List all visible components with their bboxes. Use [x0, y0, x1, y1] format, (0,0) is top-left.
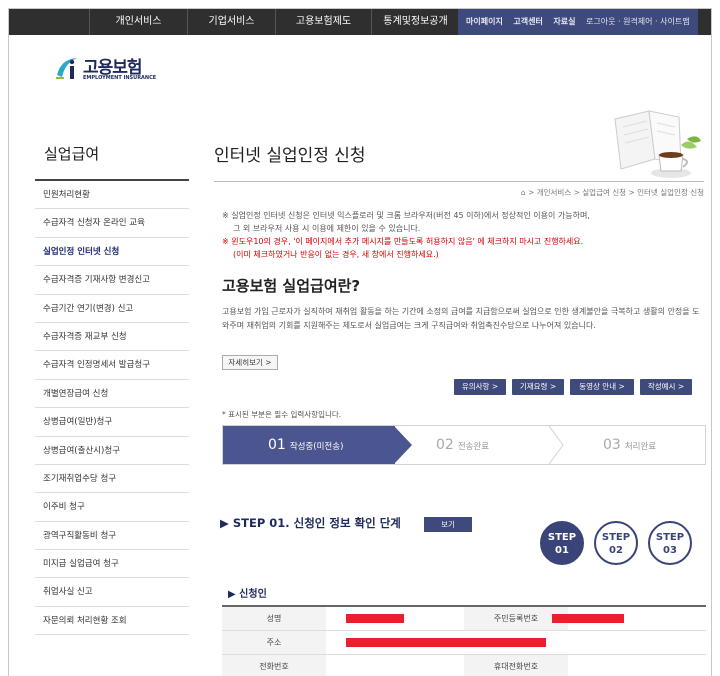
document-coffee-illustration-icon: [614, 110, 701, 178]
mobile-label: 휴대전화번호: [464, 655, 568, 676]
step-circle-03[interactable]: STEP 03: [648, 521, 692, 565]
top-navigation: 개인서비스 기업서비스 고용보험제도 통계및정보공개 마이페이지 고객센터 자료…: [9, 9, 711, 35]
sidebar-item-statement-issue[interactable]: 수급자격 인정명세서 발급청구: [35, 351, 189, 380]
sidebar-item-early-reemployment[interactable]: 조기재취업수당 청구: [35, 465, 189, 494]
notice-line-2: 그 외 브라우저 사용 시 이용에 제한이 있을 수 있습니다.: [233, 224, 421, 233]
breadcrumb: ⌂ > 개인서비스 > 실업급여 신청 > 인터넷 실업인정 신청: [520, 188, 704, 197]
step-circle-01-bottom: 01: [555, 545, 569, 556]
active-step-arrow-icon: [394, 426, 412, 464]
description-text: 고용보험 가입 근로자가 실직하여 재취업 활동을 하는 기간에 소정의 급여를…: [222, 307, 700, 330]
progress-step-1-number: 01: [268, 437, 286, 453]
sidebar-item-unemployment-recognition[interactable]: 실업인정 인터넷 신청: [35, 238, 189, 267]
sidebar-item-employment-report[interactable]: 취업사실 신고: [35, 578, 189, 607]
sidebar-item-reissue[interactable]: 수급자격증 재교부 신청: [35, 323, 189, 352]
nav-insurance-system[interactable]: 고용보험제도: [275, 9, 371, 35]
sidebar-menu: 민원처리현황 수급자격 신청자 온라인 교육 실업인정 인터넷 신청 수급자격증…: [35, 181, 189, 636]
sidebar-item-sickness-general[interactable]: 상병급여(일반)청구: [35, 408, 189, 437]
writing-guide-button[interactable]: 기재요령 >: [512, 379, 564, 395]
step-separator-icon: [549, 426, 564, 464]
sidebar-item-job-search-expense[interactable]: 광역구직활동비 청구: [35, 522, 189, 551]
video-guide-button[interactable]: 동영상 안내 >: [570, 379, 634, 395]
step-circle-03-top: STEP: [655, 532, 685, 543]
sidebar-item-complaint-status[interactable]: 민원처리현황: [35, 181, 189, 210]
sidebar-title: 실업급여: [35, 129, 189, 181]
progress-step-2: 02 전송완료: [436, 426, 489, 464]
progress-step-3-label: 처리완료: [624, 442, 657, 452]
sidebar-item-consultation-status[interactable]: 자문의뢰 처리현황 조회: [35, 607, 189, 636]
more-details-button[interactable]: 자세히보기 >: [222, 355, 278, 370]
util-customer-center[interactable]: 고객센터: [513, 17, 542, 26]
form-row-address: 주소: [222, 631, 706, 655]
sidebar-item-change-report[interactable]: 수급자격증 기재사항 변경신고: [35, 266, 189, 295]
progress-stepbar: 01 작성중(미전송) 02 전송완료 03 처리완료: [222, 425, 706, 465]
sidebar-item-sickness-childbirth[interactable]: 상병급여(출산시)청구: [35, 437, 189, 465]
sidebar-item-period-extension[interactable]: 수급기간 연기(변경) 신고: [35, 295, 189, 323]
utility-menu: 마이페이지 고객센터 자료실 로그아웃 · 원격제어 · 사이트맵: [458, 9, 698, 35]
precautions-button[interactable]: 유의사항 >: [454, 379, 506, 395]
sidebar-item-unpaid-benefits[interactable]: 미지급 실업급여 청구: [35, 550, 189, 579]
step-circle-01-top: STEP: [547, 532, 577, 543]
writing-example-button[interactable]: 작성예시 >: [640, 379, 692, 395]
form-row-name: 성명 주민등록번호: [222, 607, 706, 631]
browser-notice: ※ 실업인정 인터넷 신청은 인터넷 익스플로러 및 크롬 브라우저(버전 45…: [222, 209, 702, 261]
sidebar-item-individual-extension[interactable]: 개별연장급여 신청: [35, 380, 189, 409]
util-mypage[interactable]: 마이페이지: [466, 17, 503, 26]
progress-step-3-number: 03: [603, 437, 621, 453]
nav-statistics[interactable]: 통계및정보공개: [371, 9, 459, 35]
step-circle-02-top: STEP: [601, 532, 631, 543]
form-row-phone: 전화번호 휴대전화번호: [222, 655, 706, 676]
browser-frame: 개인서비스 기업서비스 고용보험제도 통계및정보공개 마이페이지 고객센터 자료…: [8, 8, 712, 676]
rrn-value-redacted: [552, 614, 624, 623]
progress-step-1-label: 작성중(미전송): [289, 442, 344, 452]
step-01-heading: ▶ STEP 01. 신청인 정보 확인 단계: [220, 516, 401, 530]
logo-subtext: EMPLOYMENT INSURANCE: [83, 75, 157, 81]
logo-mark-icon: [56, 58, 77, 79]
page-title: 인터넷 실업인정 신청: [214, 146, 366, 166]
step-circle-01[interactable]: STEP 01: [540, 521, 584, 565]
step-circle-02[interactable]: STEP 02: [594, 521, 638, 565]
applicant-form: 성명 주민등록번호 주소 전화번호 휴대전화번호: [222, 605, 706, 676]
view-button[interactable]: 보기: [424, 517, 472, 532]
sidebar: 실업급여 민원처리현황 수급자격 신청자 온라인 교육 실업인정 인터넷 신청 …: [35, 129, 189, 636]
util-logout-remote-sitemap[interactable]: 로그아웃 · 원격제어 · 사이트맵: [586, 17, 690, 26]
nav-personal-service[interactable]: 개인서비스: [89, 9, 187, 35]
util-archive[interactable]: 자료실: [553, 17, 575, 26]
notice-line-1: ※ 실업인정 인터넷 신청은 인터넷 익스플로러 및 크롬 브라우저(버전 45…: [222, 211, 590, 220]
notice-line-4: (이미 체크하였거나 반응이 없는 경우, 새 창에서 진행하세요.): [233, 250, 439, 259]
progress-step-3: 03 처리완료: [603, 426, 656, 464]
step-circle-02-bottom: 02: [609, 545, 623, 556]
name-value-redacted: [346, 614, 404, 623]
address-value-redacted: [346, 638, 546, 647]
progress-step-1: 01 작성중(미전송): [268, 426, 343, 464]
sidebar-item-relocation[interactable]: 이주비 청구: [35, 493, 189, 522]
phone-label: 전화번호: [222, 655, 326, 676]
nav-business-service[interactable]: 기업서비스: [187, 9, 275, 35]
name-label: 성명: [222, 607, 326, 630]
sidebar-item-online-education[interactable]: 수급자격 신청자 온라인 교육: [35, 209, 189, 238]
progress-step-2-label: 전송완료: [457, 442, 490, 452]
section-title: 고용보험 실업급여란?: [222, 277, 361, 295]
progress-step-2-number: 02: [436, 437, 454, 453]
notice-line-3: ※ 윈도우10의 경우, '이 페이지에서 추가 메시지를 만들도록 허용하지 …: [222, 237, 584, 246]
step-circle-03-bottom: 03: [663, 545, 677, 556]
applicant-heading: ▶ 신청인: [228, 589, 267, 600]
title-divider: [214, 181, 704, 182]
address-label: 주소: [222, 631, 326, 654]
required-fields-note: * 표시된 부분은 필수 입력사항입니다.: [222, 410, 342, 419]
